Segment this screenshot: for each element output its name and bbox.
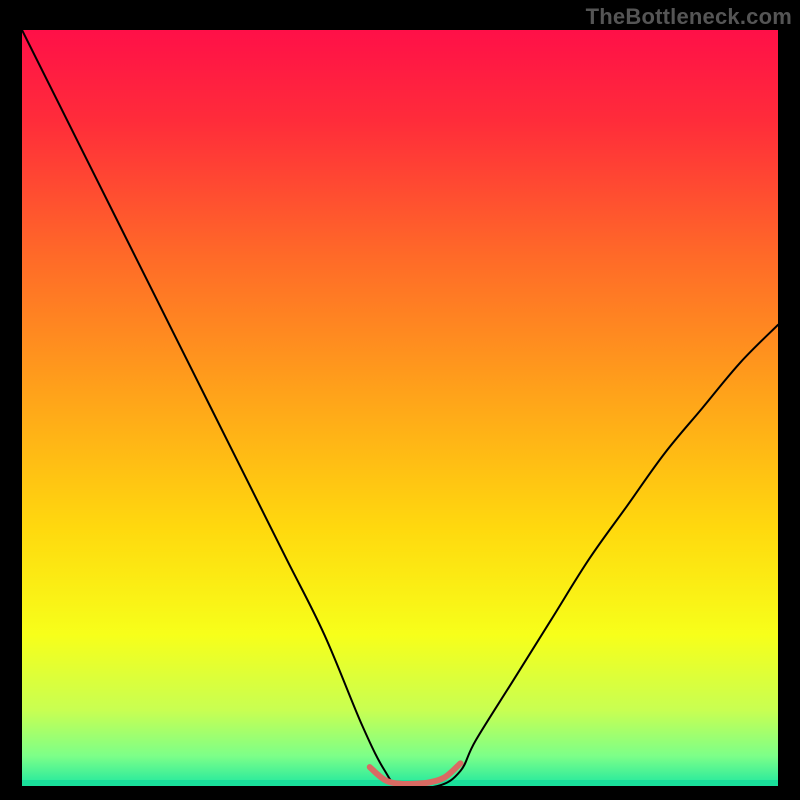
bottleneck-chart	[22, 30, 778, 786]
watermark-text: TheBottleneck.com	[586, 4, 792, 30]
chart-frame: TheBottleneck.com	[0, 0, 800, 800]
plot-area	[22, 30, 778, 786]
gradient-background	[22, 30, 778, 786]
